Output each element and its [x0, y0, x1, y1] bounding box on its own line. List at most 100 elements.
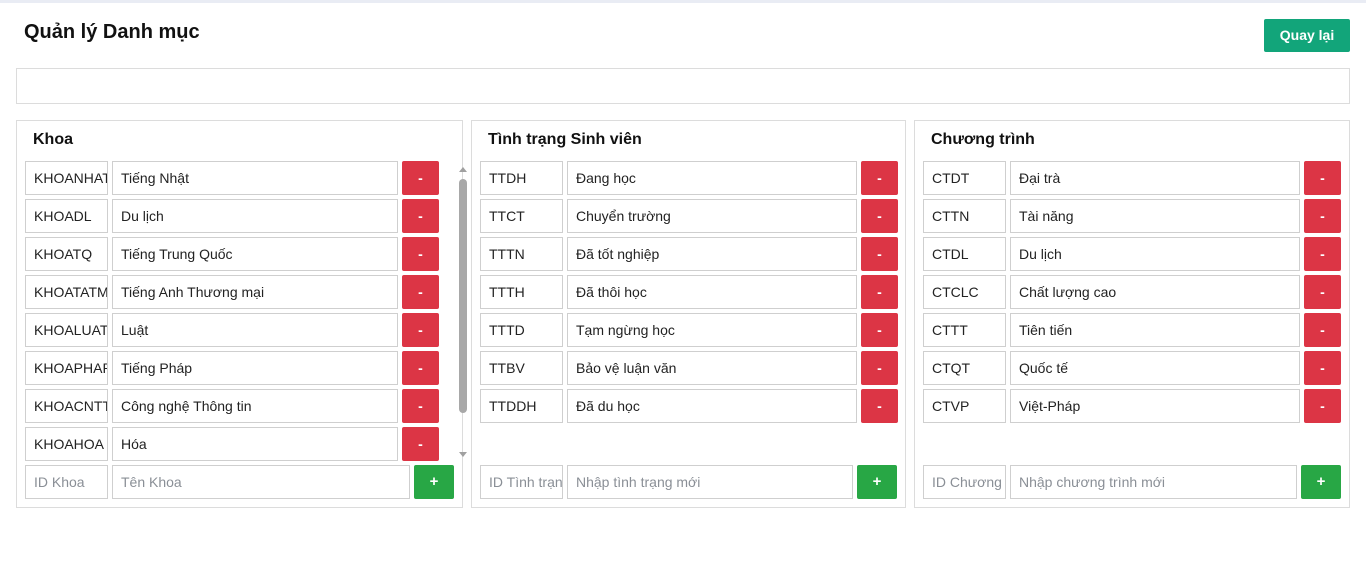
list-item: CTCLC Chất lượng cao - — [923, 275, 1345, 309]
list-item: KHOALUAT Luật - — [25, 313, 457, 347]
scroll-up-icon[interactable] — [459, 167, 467, 172]
delete-button[interactable]: - — [402, 161, 439, 195]
list-item: KHOATATM Tiếng Anh Thương mại - — [25, 275, 457, 309]
top-border — [0, 0, 1366, 3]
item-name: Bảo vệ luận văn — [567, 351, 857, 385]
delete-button[interactable]: - — [1304, 389, 1341, 423]
item-name: Công nghệ Thông tin — [112, 389, 398, 423]
delete-button[interactable]: - — [1304, 351, 1341, 385]
list-item: KHOATQ Tiếng Trung Quốc - — [25, 237, 457, 271]
page-title: Quản lý Danh mục — [24, 21, 200, 43]
khoa-scrollbar[interactable] — [457, 165, 469, 459]
panel-title: Tình trạng Sinh viên — [488, 131, 642, 148]
item-id: TTDH — [480, 161, 563, 195]
item-id: KHOAHOA — [25, 427, 108, 461]
list-item: KHOAHOA Hóa - — [25, 427, 457, 461]
item-id: TTTD — [480, 313, 563, 347]
list-item: CTDT Đại trà - — [923, 161, 1345, 195]
chuong-trinh-add-button[interactable]: + — [1301, 465, 1341, 499]
list-item: CTQT Quốc tế - — [923, 351, 1345, 385]
khoa-name-input[interactable] — [112, 465, 410, 499]
delete-button[interactable]: - — [402, 275, 439, 309]
item-id: KHOAPHAP — [25, 351, 108, 385]
chuong-trinh-id-input[interactable] — [923, 465, 1006, 499]
panel-chuong-trinh: Chương trình CTDT Đại trà - CTTN Tài năng - CT… — [914, 120, 1350, 508]
item-id: TTTH — [480, 275, 563, 309]
item-id: TTTN — [480, 237, 563, 271]
item-id: KHOACNTT — [25, 389, 108, 423]
item-name: Luật — [112, 313, 398, 347]
delete-button[interactable]: - — [1304, 313, 1341, 347]
list-item: TTDDH Đã du học - — [480, 389, 900, 423]
delete-button[interactable]: - — [402, 313, 439, 347]
list-item: TTTH Đã thôi học - — [480, 275, 900, 309]
item-id: TTBV — [480, 351, 563, 385]
item-name: Tiếng Anh Thương mại — [112, 275, 398, 309]
panel-title: Khoa — [33, 131, 73, 148]
item-id: CTVP — [923, 389, 1006, 423]
back-button[interactable]: Quay lại — [1264, 19, 1350, 52]
chuong-trinh-list: CTDT Đại trà - CTTN Tài năng - CTDL Du lịch - CTC… — [923, 161, 1345, 463]
item-name: Đã du học — [567, 389, 857, 423]
item-name: Đã tốt nghiệp — [567, 237, 857, 271]
item-name: Tiên tiến — [1010, 313, 1300, 347]
list-item: CTTN Tài năng - — [923, 199, 1345, 233]
chuong-trinh-name-input[interactable] — [1010, 465, 1297, 499]
delete-button[interactable]: - — [402, 351, 439, 385]
khoa-list: KHOANHAT Tiếng Nhật - KHOADL Du lịch - KHOATQ T… — [25, 161, 457, 463]
tinh-trang-name-input[interactable] — [567, 465, 853, 499]
delete-button[interactable]: - — [861, 313, 898, 347]
delete-button[interactable]: - — [1304, 275, 1341, 309]
item-name: Quốc tế — [1010, 351, 1300, 385]
panel-title: Chương trình — [931, 131, 1035, 148]
list-item: CTTT Tiên tiến - — [923, 313, 1345, 347]
list-item: KHOADL Du lịch - — [25, 199, 457, 233]
delete-button[interactable]: - — [861, 199, 898, 233]
item-id: KHOANHAT — [25, 161, 108, 195]
delete-button[interactable]: - — [861, 161, 898, 195]
item-name: Du lịch — [1010, 237, 1300, 271]
item-name: Tiếng Pháp — [112, 351, 398, 385]
list-item: TTTN Đã tốt nghiệp - — [480, 237, 900, 271]
list-item: CTDL Du lịch - — [923, 237, 1345, 271]
item-name: Tài năng — [1010, 199, 1300, 233]
delete-button[interactable]: - — [861, 351, 898, 385]
list-item: KHOACNTT Công nghệ Thông tin - — [25, 389, 457, 423]
item-id: KHOALUAT — [25, 313, 108, 347]
item-id: CTDL — [923, 237, 1006, 271]
list-item: KHOANHAT Tiếng Nhật - — [25, 161, 457, 195]
scroll-thumb[interactable] — [459, 179, 467, 413]
delete-button[interactable]: - — [1304, 237, 1341, 271]
item-id: TTCT — [480, 199, 563, 233]
item-id: CTTN — [923, 199, 1006, 233]
delete-button[interactable]: - — [402, 199, 439, 233]
list-item: TTBV Bảo vệ luận văn - — [480, 351, 900, 385]
delete-button[interactable]: - — [861, 389, 898, 423]
list-item: TTCT Chuyển trường - — [480, 199, 900, 233]
khoa-id-input[interactable] — [25, 465, 108, 499]
list-item: TTTD Tạm ngừng học - — [480, 313, 900, 347]
khoa-add-button[interactable]: + — [414, 465, 454, 499]
tinh-trang-add-row: + — [480, 465, 900, 499]
item-name: Tạm ngừng học — [567, 313, 857, 347]
item-name: Việt-Pháp — [1010, 389, 1300, 423]
item-name: Đang học — [567, 161, 857, 195]
delete-button[interactable]: - — [1304, 199, 1341, 233]
tinh-trang-id-input[interactable] — [480, 465, 563, 499]
scroll-down-icon[interactable] — [459, 452, 467, 457]
chuong-trinh-add-row: + — [923, 465, 1345, 499]
item-name: Tiếng Nhật — [112, 161, 398, 195]
delete-button[interactable]: - — [1304, 161, 1341, 195]
tinh-trang-add-button[interactable]: + — [857, 465, 897, 499]
panel-khoa: Khoa KHOANHAT Tiếng Nhật - KHOADL Du lịch - KH… — [16, 120, 467, 508]
delete-button[interactable]: - — [402, 237, 439, 271]
delete-button[interactable]: - — [861, 275, 898, 309]
item-id: KHOATATM — [25, 275, 108, 309]
delete-button[interactable]: - — [861, 237, 898, 271]
item-id: CTTT — [923, 313, 1006, 347]
tinh-trang-list: TTDH Đang học - TTCT Chuyển trường - TTTN Đã tố… — [480, 161, 900, 463]
item-id: CTCLC — [923, 275, 1006, 309]
delete-button[interactable]: - — [402, 389, 439, 423]
list-item: CTVP Việt-Pháp - — [923, 389, 1345, 423]
delete-button[interactable]: - — [402, 427, 439, 461]
